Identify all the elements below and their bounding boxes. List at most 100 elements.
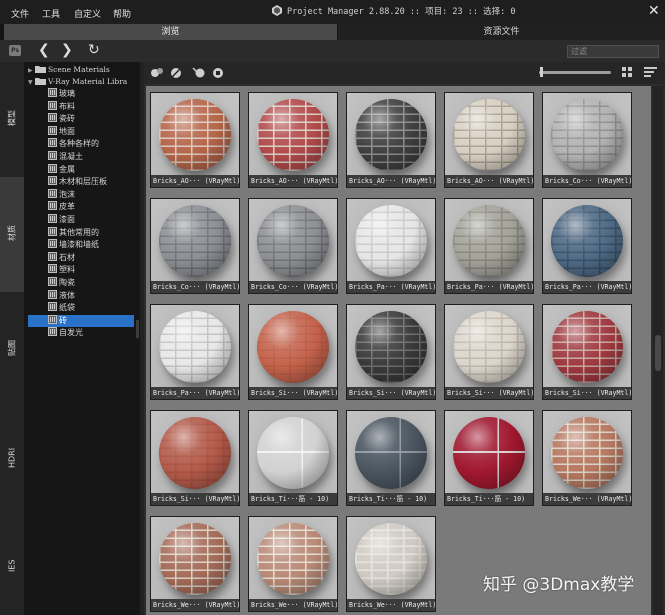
material-folder-icon (48, 239, 57, 249)
material-thumbnail[interactable]: Bricks_Pa··· (VRayMtl) (346, 198, 436, 294)
material-name: Bricks_AO··· (VRayMtl) (447, 177, 533, 185)
material-name: Bricks_We··· (VRayMtl) (153, 601, 239, 609)
refresh-button[interactable]: ↻ (88, 43, 100, 57)
material-preview (151, 199, 239, 281)
tree-item[interactable]: 陶瓷 (48, 277, 75, 289)
tree-item[interactable]: 纸袋 (48, 302, 75, 314)
material-thumbnail[interactable]: Bricks_We··· (VRayMtl) (248, 516, 338, 612)
tree-item[interactable]: 木材和层压板 (48, 176, 107, 188)
sphere-highlight (355, 205, 427, 277)
material-thumbnail[interactable]: Bricks_Si··· (VRayMtl) (346, 304, 436, 400)
material-thumbnail[interactable]: Bricks_We··· (VRayMtl) (346, 516, 436, 612)
grid-scrollbar[interactable] (653, 86, 663, 615)
edit-material-icon[interactable] (211, 66, 225, 80)
collapse-arrow-icon[interactable]: ▼ (28, 77, 35, 89)
filter-input[interactable]: 过滤 (567, 45, 659, 58)
material-thumbnail[interactable]: Bricks_Si··· (VRayMtl) (542, 304, 632, 400)
material-thumbnail[interactable]: Bricks_Ti···筋 - 10) (346, 410, 436, 506)
tree-scrollbar[interactable] (136, 320, 139, 338)
material-thumbnail[interactable]: Bricks_Si··· (VRayMtl) (248, 304, 338, 400)
close-button[interactable]: ✕ (648, 3, 660, 19)
tree-item[interactable]: 泡沫 (48, 188, 75, 201)
tree-item-label: 纸袋 (59, 303, 75, 313)
menu-file[interactable]: 文件 (11, 7, 29, 20)
tree-item[interactable]: 各种各样的 (48, 138, 99, 150)
material-thumbnail[interactable]: Bricks_Ti···筋 - 10) (444, 410, 534, 506)
tree-item[interactable]: 自发光 (48, 327, 83, 339)
tree-node-vray-library[interactable]: ▼ V-Ray Material Libra (28, 76, 127, 88)
tree-item-label: 墙漆和墙纸 (59, 240, 99, 250)
tree-item[interactable]: 墙漆和墙纸 (48, 239, 99, 251)
scrollbar-thumb[interactable] (655, 335, 661, 371)
material-thumbnail[interactable]: Bricks_Pa··· (VRayMtl) (150, 304, 240, 400)
material-thumbnail[interactable]: Bricks_AO··· (VRayMtl) (150, 92, 240, 188)
material-thumbnail[interactable]: Bricks_AO··· (VRayMtl) (248, 92, 338, 188)
material-folder-icon (48, 264, 57, 274)
tree-item[interactable]: 布料 (48, 100, 75, 113)
thumbnail-size-slider[interactable] (539, 67, 611, 77)
sphere-highlight (257, 99, 329, 171)
material-thumbnail[interactable]: Bricks_Co··· (VRayMtl) (248, 198, 338, 294)
tree-item[interactable]: 玻璃 (48, 88, 75, 100)
side-tab-models[interactable]: 模型 (0, 62, 24, 177)
material-name: Bricks_Pa··· (VRayMtl) (153, 389, 239, 397)
material-thumbnail[interactable]: Bricks_Pa··· (VRayMtl) (542, 198, 632, 294)
tree-item-label: 其他常用的 (59, 227, 99, 237)
category-tabs: 模型 材质 贴图 HDRI IES (0, 62, 24, 615)
tree-item[interactable]: 地面 (48, 125, 75, 138)
material-name: Bricks_Si··· (VRayMtl) (349, 389, 435, 397)
library-tree[interactable]: ▶ Scene Materials ▼ V-Ray Material Libra 玻… (24, 62, 140, 615)
material-name: Bricks_Si··· (VRayMtl) (447, 389, 533, 397)
sphere-highlight (355, 99, 427, 171)
tree-item[interactable]: 混凝土 (48, 151, 83, 163)
material-thumbnail[interactable]: Bricks_Ti···筋 - 10) (248, 410, 338, 506)
sphere-highlight (159, 523, 231, 595)
material-folder-icon (48, 327, 57, 337)
menu-customize[interactable]: 自定义 (74, 7, 101, 20)
back-button[interactable]: ❮ (38, 43, 50, 57)
side-tab-hdri[interactable]: HDRI (0, 407, 24, 517)
material-thumbnail[interactable]: Bricks_We··· (VRayMtl) (542, 410, 632, 506)
material-thumbnail[interactable]: Bricks_AO··· (VRayMtl) (444, 92, 534, 188)
tree-item[interactable]: 石材 (48, 251, 75, 264)
assign-material-icon[interactable] (169, 66, 183, 80)
side-tab-maps[interactable]: 贴图 (0, 292, 24, 407)
side-tab-materials[interactable]: 材质 (0, 177, 24, 292)
tree-item[interactable]: 其他常用的 (48, 226, 99, 239)
tab-browse[interactable]: 浏览 (4, 24, 337, 40)
grid-view-icon[interactable] (622, 67, 633, 78)
sphere-highlight (159, 205, 231, 277)
tree-item[interactable]: 金属 (48, 163, 75, 176)
tree-item[interactable]: 漆面 (48, 214, 75, 226)
tree-item[interactable]: 皮革 (48, 201, 75, 213)
material-folder-icon (48, 100, 57, 110)
side-tab-ies[interactable]: IES (0, 517, 24, 615)
folder-icon (35, 66, 46, 73)
tree-item[interactable]: 液体 (48, 289, 75, 302)
load-material-icon[interactable] (150, 66, 164, 80)
material-thumbnail[interactable]: Bricks_Co··· (VRayMtl) (542, 92, 632, 188)
tree-item-label: 漆面 (59, 215, 75, 224)
material-preview (445, 199, 533, 281)
pick-material-icon[interactable] (192, 66, 206, 80)
tab-asset-files[interactable]: 资源文件 (338, 24, 665, 40)
window-title-text: Project Manager 2.88.20 :: 项目: 23 :: 选择:… (287, 7, 516, 17)
material-thumbnail[interactable]: Bricks_Pa··· (VRayMtl) (444, 198, 534, 294)
tree-item[interactable]: 塑料 (48, 264, 75, 276)
tree-node-scene-materials[interactable]: ▶ Scene Materials (28, 64, 110, 76)
material-thumbnail[interactable]: Bricks_AO··· (VRayMtl) (346, 92, 436, 188)
menu-help[interactable]: 帮助 (113, 7, 131, 20)
sort-menu-icon[interactable] (644, 67, 658, 79)
material-folder-icon (48, 314, 57, 324)
menu-tools[interactable]: 工具 (42, 7, 60, 20)
material-thumbnail[interactable]: Bricks_Si··· (VRayMtl) (150, 410, 240, 506)
forward-button[interactable]: ❯ (61, 43, 73, 57)
photoshop-icon[interactable]: Ps (9, 45, 21, 56)
material-thumbnail[interactable]: Bricks_We··· (VRayMtl) (150, 516, 240, 612)
slider-handle[interactable] (540, 67, 543, 77)
tree-item[interactable]: 砖 (28, 314, 134, 327)
material-thumbnail[interactable]: Bricks_Si··· (VRayMtl) (444, 304, 534, 400)
tree-item[interactable]: 瓷砖 (48, 113, 75, 125)
material-preview (151, 517, 239, 599)
material-thumbnail[interactable]: Bricks_Co··· (VRayMtl) (150, 198, 240, 294)
